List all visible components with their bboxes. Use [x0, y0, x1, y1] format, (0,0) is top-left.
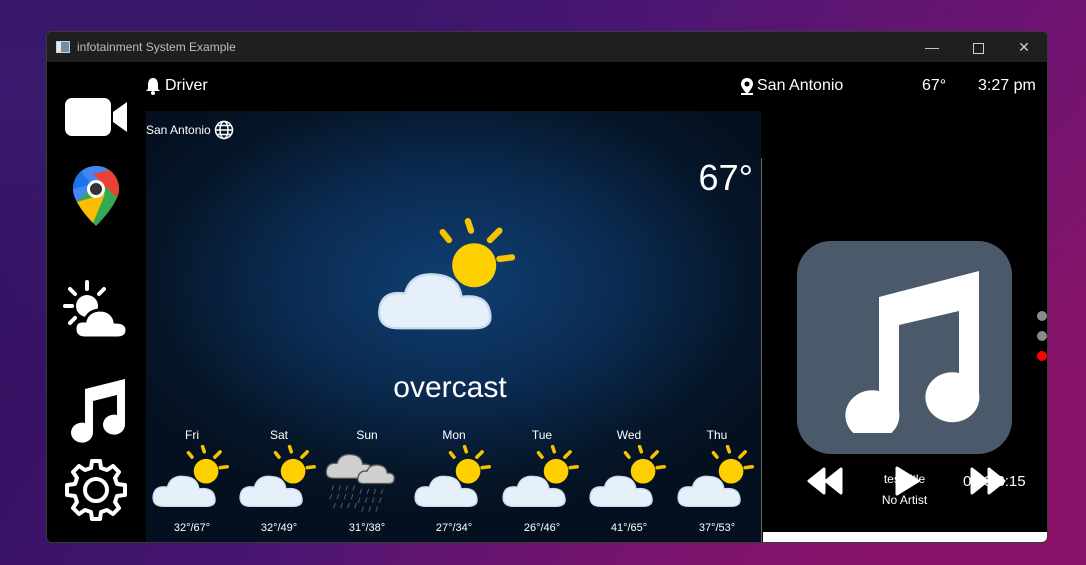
- music-note-icon[interactable]: [65, 377, 127, 448]
- location-display[interactable]: San Antonio: [740, 77, 843, 95]
- forecast-range: 32°/49°: [260, 522, 298, 534]
- panel-divider: [761, 158, 762, 542]
- video-camera-icon[interactable]: [63, 96, 129, 143]
- weather-condition: overcast: [393, 371, 507, 404]
- title-bar: infotainment System Example — ✕: [47, 32, 1047, 62]
- weather-temperature: 67°: [698, 157, 753, 198]
- forecast-day-name: Tue: [531, 428, 553, 442]
- globe-icon[interactable]: [214, 120, 234, 140]
- music-player: test title No Artist 0:00/3:15: [763, 111, 1047, 542]
- forecast-day[interactable]: Sun 31°/38°: [323, 426, 411, 534]
- forecast-day-name: Thu: [706, 428, 728, 442]
- forecast-day-name: Fri: [185, 428, 199, 442]
- maximize-icon: [972, 42, 984, 54]
- fast-forward-icon[interactable]: [970, 466, 1006, 496]
- page-indicator-dot[interactable]: [1037, 311, 1047, 321]
- partly-cloudy-icon: [585, 444, 673, 516]
- rain-icon: [323, 444, 411, 516]
- app-content: Driver San Antonio 67° 3:27 pm San Anton…: [47, 62, 1047, 542]
- partly-cloudy-icon: [410, 444, 498, 516]
- forecast-day[interactable]: Fri 32°/67°: [148, 426, 236, 534]
- partly-cloudy-icon: [368, 218, 530, 344]
- current-temp: 67°: [922, 77, 947, 94]
- rewind-icon[interactable]: [807, 466, 843, 496]
- forecast-day-name: Sun: [356, 428, 378, 442]
- app-window: infotainment System Example — ✕ Driver S…: [46, 31, 1048, 543]
- forecast-range: 27°/34°: [435, 522, 473, 534]
- driver-label: Driver: [165, 77, 208, 94]
- partly-cloudy-icon: [148, 444, 236, 516]
- forecast-range: 26°/46°: [523, 522, 561, 534]
- playback-progress-bar[interactable]: [763, 532, 1047, 542]
- weather-location[interactable]: San Antonio: [146, 120, 234, 140]
- forecast-day[interactable]: Sat 32°/49°: [235, 426, 323, 534]
- driver-profile[interactable]: Driver: [145, 77, 208, 95]
- map-pin-icon: [741, 78, 753, 95]
- city-label: San Antonio: [757, 77, 844, 94]
- close-button[interactable]: ✕: [1001, 32, 1047, 62]
- partly-cloudy-icon: [498, 444, 586, 516]
- forecast-day[interactable]: Mon 27°/34°: [410, 426, 498, 534]
- partly-cloudy-icon: [673, 444, 761, 516]
- forecast-day[interactable]: Thu 37°/53°: [673, 426, 761, 534]
- play-icon[interactable]: [893, 465, 921, 497]
- forecast-day[interactable]: Wed 41°/65°: [585, 426, 673, 534]
- forecast-day[interactable]: Tue 26°/46°: [498, 426, 586, 534]
- forecast-range: 37°/53°: [698, 522, 736, 534]
- clock: 3:27 pm: [978, 77, 1036, 94]
- minimize-button[interactable]: —: [909, 32, 955, 62]
- music-note-icon: [845, 271, 980, 433]
- album-art: [797, 241, 1012, 454]
- forecast-day-name: Sat: [269, 428, 288, 442]
- page-indicator-dot[interactable]: [1037, 331, 1047, 341]
- forecast-range: 32°/67°: [173, 522, 211, 534]
- window-title: infotainment System Example: [77, 40, 236, 54]
- forecast-day-name: Mon: [442, 428, 466, 442]
- status-bar: Driver San Antonio 67° 3:27 pm: [145, 77, 1040, 101]
- google-maps-icon[interactable]: [71, 164, 121, 233]
- forecast-range: 31°/38°: [348, 522, 386, 534]
- maximize-button[interactable]: [955, 32, 1001, 62]
- forecast-row: Fri 32°/67° Sat 32°/49° Sun 31°/38° Mon: [146, 426, 761, 541]
- weather-icon[interactable]: [63, 280, 129, 347]
- bell-icon: [146, 78, 160, 95]
- weather-panel: San Antonio 67° overcast Fri 32°/67° Sat…: [146, 111, 761, 542]
- partly-cloudy-icon: [235, 444, 323, 516]
- page-indicator-dot-active[interactable]: [1037, 351, 1047, 361]
- gear-icon[interactable]: [64, 458, 128, 527]
- forecast-day-name: Wed: [616, 428, 642, 442]
- app-icon: [56, 41, 70, 53]
- forecast-range: 41°/65°: [610, 522, 648, 534]
- weather-location-label: San Antonio: [146, 123, 211, 137]
